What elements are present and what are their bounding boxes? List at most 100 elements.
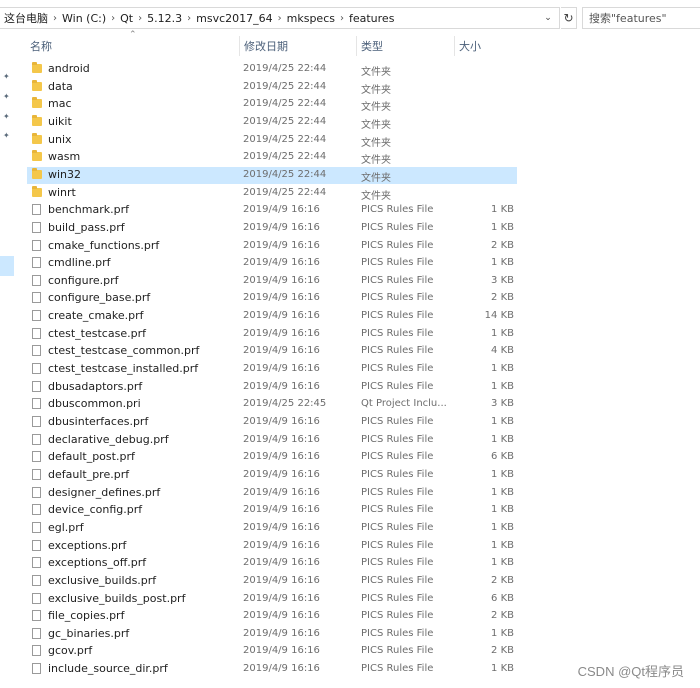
breadcrumb-item[interactable]: features xyxy=(349,12,394,25)
column-size[interactable]: 大小 xyxy=(459,38,481,54)
file-type: PICS Rules File xyxy=(361,416,434,427)
pin-icon[interactable]: ✦ xyxy=(3,112,11,122)
chevron-right-icon[interactable]: › xyxy=(53,13,57,24)
chevron-down-icon[interactable]: ⌄ xyxy=(541,11,555,25)
list-item[interactable]: file_copies.prf 2019/4/9 16:16 PICS Rules … xyxy=(27,608,517,625)
list-item[interactable]: configure.prf 2019/4/9 16:16 PICS Rules Fi… xyxy=(27,273,517,290)
column-date[interactable]: 修改日期 xyxy=(244,38,288,54)
list-item[interactable]: dbuscommon.pri 2019/4/25 22:45 Qt Project … xyxy=(27,396,517,413)
column-type[interactable]: 类型 xyxy=(361,38,383,54)
list-item[interactable]: uikit 2019/4/25 22:44 文件夹 xyxy=(27,114,517,131)
chevron-right-icon[interactable]: › xyxy=(111,13,115,24)
list-item[interactable]: exclusive_builds_post.prf 2019/4/9 16:16 P… xyxy=(27,591,517,608)
list-item[interactable]: wasm 2019/4/25 22:44 文件夹 xyxy=(27,149,517,166)
file-type: 文件夹 xyxy=(361,137,391,149)
list-item[interactable]: cmake_functions.prf 2019/4/9 16:16 PICS Ru… xyxy=(27,238,517,255)
file-date: 2019/4/9 16:16 xyxy=(243,521,320,533)
file-type: PICS Rules File xyxy=(361,592,434,604)
list-item[interactable]: unix 2019/4/25 22:44 文件夹 xyxy=(27,132,517,149)
file-icon xyxy=(32,610,41,622)
list-item[interactable]: ctest_testcase_common.prf 2019/4/9 16:16 P… xyxy=(27,343,517,360)
list-item[interactable]: ctest_testcase_installed.prf 2019/4/9 16:… xyxy=(27,361,517,378)
file-icon xyxy=(32,521,41,533)
chevron-right-icon[interactable]: › xyxy=(340,13,344,24)
list-item[interactable]: dbusadaptors.prf 2019/4/9 16:16 PICS Rules… xyxy=(27,379,517,396)
file-type: PICS Rules File xyxy=(361,380,434,392)
list-item[interactable]: winrt 2019/4/25 22:44 文件夹 xyxy=(27,185,517,202)
list-item[interactable]: win32 2019/4/25 22:44 文件夹 xyxy=(27,166,517,184)
list-item[interactable]: exceptions.prf 2019/4/9 16:16 PICS Rules F… xyxy=(27,538,517,555)
nav-selected-item[interactable] xyxy=(0,256,14,276)
list-item[interactable]: default_post.prf 2019/4/9 16:16 PICS Rules… xyxy=(27,449,517,466)
file-date: 2019/4/9 16:16 xyxy=(243,345,320,357)
breadcrumb-item[interactable]: 5.12.3 xyxy=(147,12,182,25)
file-name: ctest_testcase_installed.prf xyxy=(48,362,199,376)
pin-icon[interactable]: ✦ xyxy=(3,92,11,102)
file-date: 2019/4/9 16:16 xyxy=(243,645,320,657)
list-item[interactable]: build_pass.prf 2019/4/9 16:16 PICS Rules F… xyxy=(27,220,517,237)
chevron-right-icon[interactable]: › xyxy=(278,13,282,24)
file-type: PICS Rules File xyxy=(361,274,434,286)
search-input[interactable] xyxy=(589,11,699,25)
list-item[interactable]: device_config.prf 2019/4/9 16:16 PICS Rule… xyxy=(27,502,517,519)
breadcrumb-item[interactable]: 这台电脑 xyxy=(4,10,48,26)
file-size: 14 KB xyxy=(484,310,514,322)
file-date: 2019/4/25 22:44 xyxy=(243,168,327,180)
file-name: benchmark.prf xyxy=(48,203,129,217)
list-item[interactable]: cmdline.prf 2019/4/9 16:16 PICS Rules File… xyxy=(27,255,517,272)
file-type: PICS Rules File xyxy=(361,574,434,586)
file-date: 2019/4/9 16:16 xyxy=(243,274,320,286)
chevron-right-icon[interactable]: › xyxy=(138,13,142,24)
list-item[interactable]: exceptions_off.prf 2019/4/9 16:16 PICS Rul… xyxy=(27,555,517,572)
file-name: configure.prf xyxy=(48,273,119,287)
column-name[interactable]: 名称 xyxy=(30,38,52,54)
refresh-icon[interactable]: ↻ xyxy=(561,7,577,29)
file-name: exclusive_builds.prf xyxy=(48,573,157,587)
pin-icon[interactable]: ✦ xyxy=(3,131,11,141)
file-size: 3 KB xyxy=(491,274,514,286)
list-item[interactable]: gc_binaries.prf 2019/4/9 16:16 PICS Rules … xyxy=(27,626,517,643)
file-date: 2019/4/9 16:16 xyxy=(243,292,320,304)
list-item[interactable]: default_pre.prf 2019/4/9 16:16 PICS Rules … xyxy=(27,467,517,484)
column-divider[interactable] xyxy=(454,36,455,56)
folder-icon xyxy=(32,79,42,91)
breadcrumb-item[interactable]: mkspecs xyxy=(287,12,335,25)
file-type: PICS Rules File xyxy=(361,645,434,657)
list-item[interactable]: dbusinterfaces.prf 2019/4/9 16:16 PICS Rul… xyxy=(27,414,517,431)
file-type: PICS Rules File xyxy=(361,310,434,322)
list-item[interactable]: declarative_debug.prf 2019/4/9 16:16 PICS … xyxy=(27,432,517,449)
list-item[interactable]: mac 2019/4/25 22:44 文件夹 xyxy=(27,96,517,113)
breadcrumb-item[interactable]: msvc2017_64 xyxy=(196,12,273,25)
file-icon xyxy=(32,363,41,375)
address-bar[interactable]: 这台电脑 › Win (C:) › Qt › 5.12.3 › msvc2017_64 › mksp… xyxy=(0,7,560,29)
list-item[interactable]: configure_base.prf 2019/4/9 16:16 PICS Rul… xyxy=(27,290,517,307)
breadcrumb-item[interactable]: Win (C:) xyxy=(62,12,106,25)
file-size: 2 KB xyxy=(491,292,514,304)
list-item[interactable]: egl.prf 2019/4/9 16:16 PICS Rules File 1 KB xyxy=(27,520,517,537)
list-item[interactable]: android 2019/4/25 22:44 文件夹 xyxy=(27,61,517,78)
list-item[interactable]: include_source_dir.prf 2019/4/9 16:16 PICS… xyxy=(27,661,517,678)
file-type: 文件夹 xyxy=(361,172,391,184)
breadcrumb-item[interactable]: Qt xyxy=(120,12,133,25)
file-type: PICS Rules File xyxy=(361,521,434,533)
pin-icon[interactable]: ✦ xyxy=(3,72,11,82)
list-item[interactable]: designer_defines.prf 2019/4/9 16:16 PICS R… xyxy=(27,485,517,502)
list-item[interactable]: exclusive_builds.prf 2019/4/9 16:16 PICS R… xyxy=(27,573,517,590)
column-divider[interactable] xyxy=(239,36,240,56)
list-item[interactable]: ctest_testcase.prf 2019/4/9 16:16 PICS Rul… xyxy=(27,326,517,343)
search-box[interactable] xyxy=(582,7,700,29)
file-type: PICS Rules File xyxy=(361,451,434,463)
file-size: 1 KB xyxy=(491,380,514,392)
file-size: 1 KB xyxy=(491,504,514,516)
list-item[interactable]: create_cmake.prf 2019/4/9 16:16 PICS Rules… xyxy=(27,308,517,325)
list-item[interactable]: data 2019/4/25 22:44 文件夹 xyxy=(27,79,517,96)
file-size: 1 KB xyxy=(491,327,514,339)
chevron-right-icon[interactable]: › xyxy=(187,13,191,24)
column-divider[interactable] xyxy=(356,36,357,56)
folder-icon xyxy=(32,150,42,162)
list-item[interactable]: gcov.prf 2019/4/9 16:16 PICS Rules File 2 K… xyxy=(27,643,517,660)
file-name: ctest_testcase_common.prf xyxy=(48,344,200,358)
list-item[interactable]: benchmark.prf 2019/4/9 16:16 PICS Rules Fi… xyxy=(27,202,517,219)
file-name: device_config.prf xyxy=(48,503,143,517)
folder-icon xyxy=(32,97,42,109)
